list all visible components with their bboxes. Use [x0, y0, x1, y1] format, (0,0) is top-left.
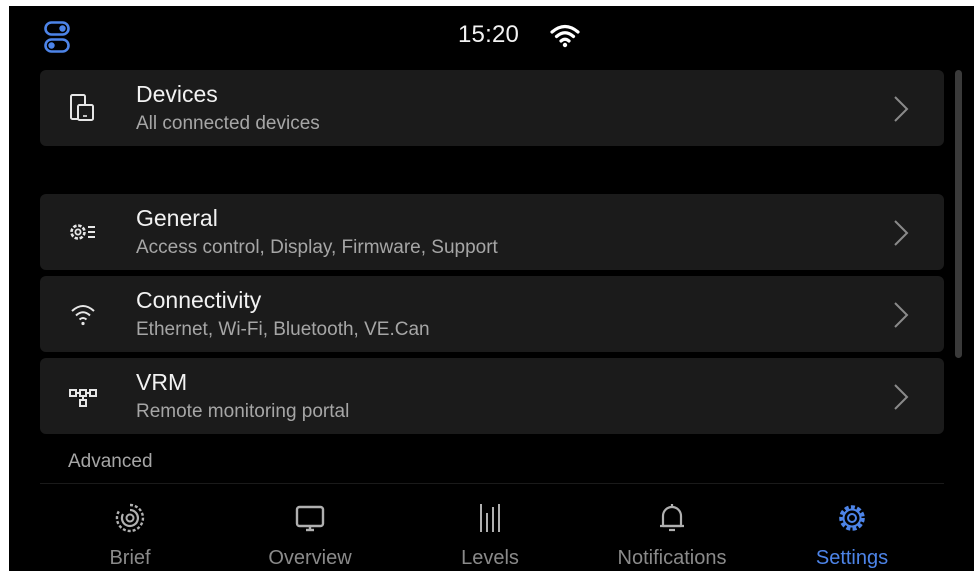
nav-item-brief[interactable]: Brief: [45, 484, 215, 571]
settings-row-vrm[interactable]: VRM Remote monitoring portal: [40, 358, 944, 434]
devices-icon: [70, 94, 94, 121]
row-title: General: [136, 205, 218, 231]
nav-item-overview[interactable]: Overview: [225, 484, 395, 571]
brief-icon: [115, 503, 145, 533]
settings-row-connectivity[interactable]: Connectivity Ethernet, Wi-Fi, Bluetooth,…: [40, 276, 944, 352]
row-subtitle: Ethernet, Wi-Fi, Bluetooth, VE.Can: [136, 319, 430, 340]
wifi-icon: [550, 24, 580, 48]
chevron-right-icon: [894, 302, 909, 328]
overview-icon: [295, 505, 325, 532]
scrollbar[interactable]: [955, 70, 962, 358]
row-subtitle: Access control, Display, Firmware, Suppo…: [136, 237, 498, 258]
wifi-icon: [71, 305, 95, 326]
section-label-advanced: Advanced: [68, 451, 153, 472]
bottom-nav: Brief Overview Levels Notifications Sett…: [9, 484, 974, 571]
nav-label: Levels: [461, 547, 519, 569]
nav-label: Notifications: [617, 547, 727, 569]
clock: 15:20: [458, 21, 520, 48]
gear-icon: [839, 505, 865, 531]
row-subtitle: All connected devices: [136, 113, 320, 134]
nav-item-settings[interactable]: Settings: [767, 484, 937, 571]
toggle-switch-icon[interactable]: [44, 21, 70, 53]
nav-label: Settings: [815, 547, 889, 569]
chevron-right-icon: [894, 96, 909, 122]
gear-list-icon: [70, 224, 95, 240]
network-icon: [69, 389, 97, 407]
row-title: Devices: [136, 81, 218, 107]
row-title: VRM: [136, 369, 188, 395]
chevron-right-icon: [894, 384, 909, 410]
status-bar: 15:20: [9, 6, 974, 66]
nav-label: Overview: [268, 547, 352, 569]
nav-item-notifications[interactable]: Notifications: [587, 484, 757, 571]
levels-icon: [480, 504, 500, 532]
row-title: Connectivity: [136, 287, 262, 313]
chevron-right-icon: [894, 220, 909, 246]
nav-item-levels[interactable]: Levels: [405, 484, 575, 571]
nav-label: Brief: [109, 547, 151, 569]
settings-row-devices[interactable]: Devices All connected devices: [40, 70, 944, 146]
row-subtitle: Remote monitoring portal: [136, 401, 350, 422]
bell-icon: [660, 504, 684, 532]
settings-row-general[interactable]: General Access control, Display, Firmwar…: [40, 194, 944, 270]
screen: 15:20 Devices All connected devices Gene…: [9, 6, 974, 571]
